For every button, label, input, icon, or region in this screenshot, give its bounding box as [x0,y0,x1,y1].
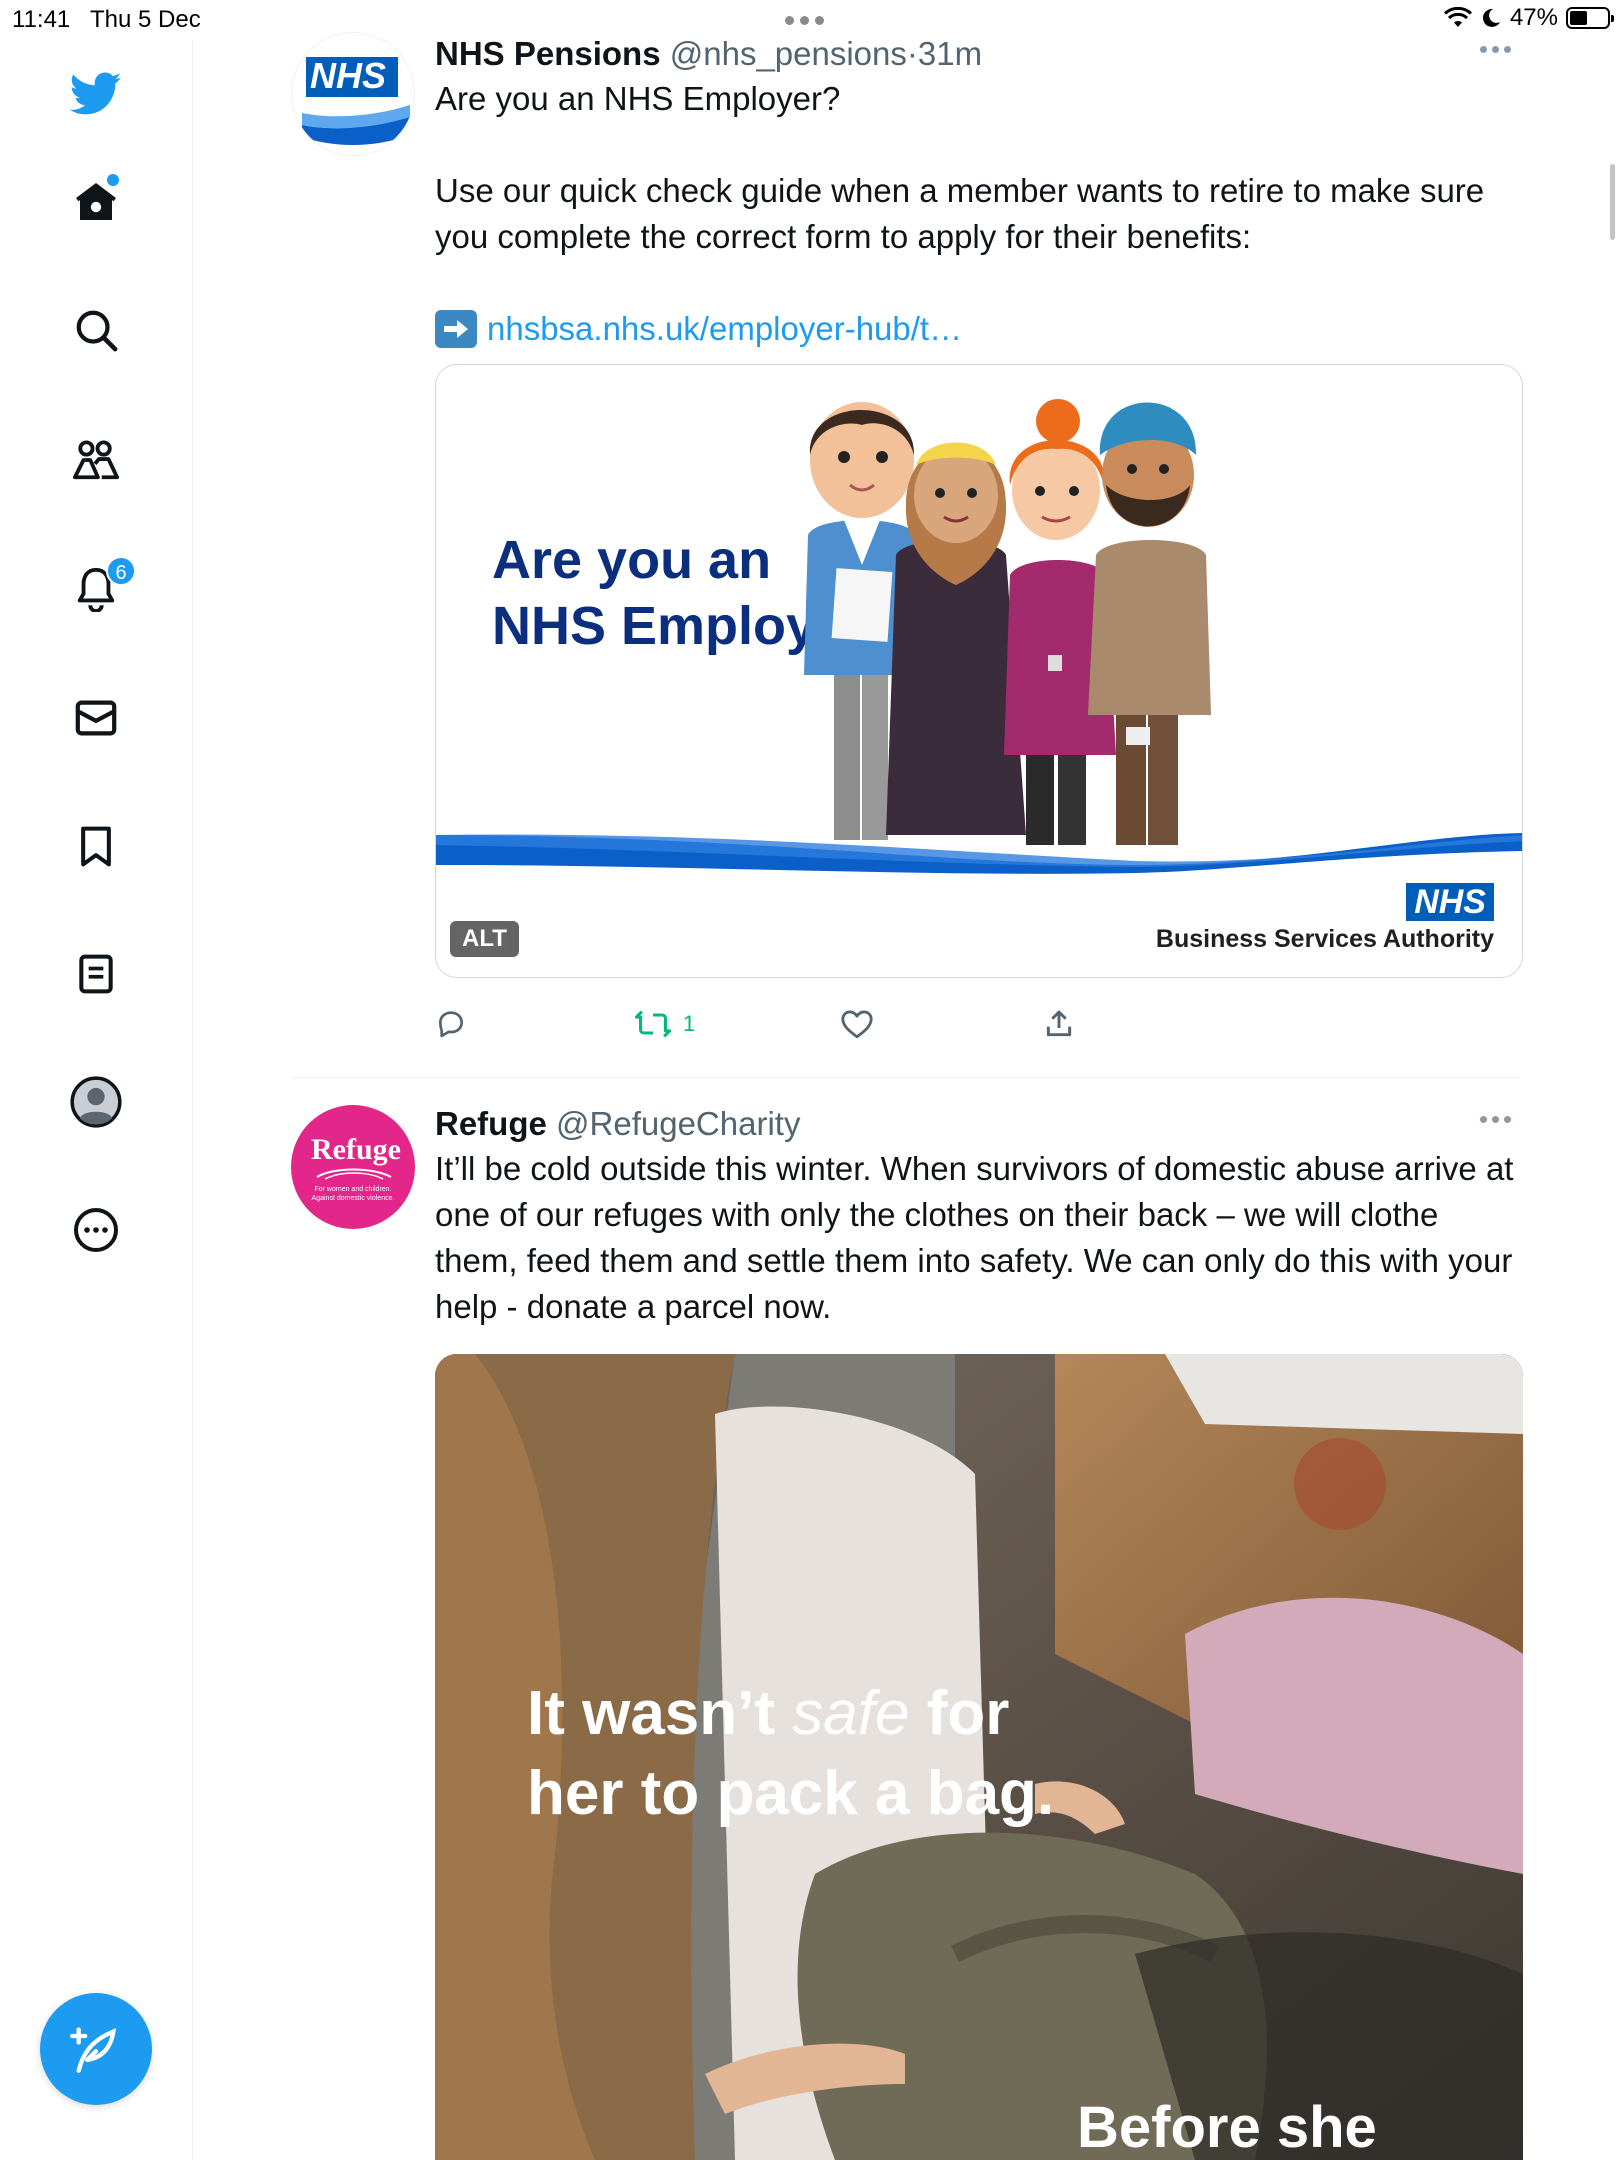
card-org-name: Business Services Authority [1155,925,1494,953]
retweet-count: 1 [683,1011,696,1036]
reply-icon [439,1011,463,1038]
status-date: Thu 5 Dec [90,6,201,33]
more-circle-icon [74,1208,118,1252]
tweet-header: NHS Pensions @nhs_pensions·31m [435,32,1525,76]
communities-icon [72,440,119,480]
compose-feather-icon [70,2027,117,2073]
bookmark-icon [81,826,111,867]
notifications-badge: 6 [106,556,136,586]
tweet-text-body: It’ll be cold outside this winter. When … [435,1150,1514,1325]
search-icon [76,310,118,352]
refuge-hands-icon [316,1168,392,1180]
sidebar-item-bookmarks[interactable] [70,820,122,872]
card-nhs-logo: NHS [1406,883,1494,921]
mail-icon [75,700,117,736]
caption-line2: her to pack a bag. [527,1759,1055,1828]
tweet-more-menu-icon[interactable] [1480,46,1511,53]
sidebar-item-more[interactable] [70,1204,122,1256]
like-button[interactable] [840,1008,874,1040]
author-handle[interactable]: @nhs_pensions [670,35,907,72]
home-timeline: NHS NHS Pensions @nhs_pensions·31m Are y… [193,0,1620,2160]
caption-part-c: for [909,1679,1010,1748]
sidebar-nav: 6 [0,40,193,2160]
tweet-timestamp[interactable]: 31m [918,35,982,72]
refuge-avatar[interactable]: Refuge For women and children. Against d… [291,1105,415,1229]
tweet-text-line1: Are you an NHS Employer? [435,80,841,117]
tweet-divider [291,1077,1521,1078]
share-icon [1046,1010,1072,1037]
photo-caption-main: It wasn’t safe for her to pack a bag. [527,1674,1054,1834]
tweet-nhs-pensions[interactable]: NHS NHS Pensions @nhs_pensions·31m Are y… [291,32,1523,1072]
avatar-refuge-subtext: For women and children. Against domestic… [311,1186,395,1202]
tweet-header: Refuge @RefugeCharity [435,1102,1525,1146]
sidebar-item-explore[interactable] [70,304,122,356]
tweet-link[interactable]: nhsbsa.nhs.uk/employer-hub/t… [435,306,1525,352]
caption-part-a: It wasn’t [527,1679,793,1748]
author-name[interactable]: Refuge [435,1105,547,1142]
tweet-photo[interactable]: It wasn’t safe for her to pack a bag. Be… [435,1354,1523,2160]
link-card-image[interactable]: Are you an NHS Employer? ALT NHS Busines… [435,364,1523,978]
compose-tweet-button[interactable] [40,1993,152,2105]
tweet-link-text[interactable]: nhsbsa.nhs.uk/employer-hub/t… [487,306,962,352]
right-arrow-emoji-icon [435,310,477,348]
heart-icon [841,1010,873,1039]
nhs-pensions-avatar[interactable]: NHS [291,32,415,156]
photo-caption-secondary: Before she [1077,2095,1377,2160]
alt-text-badge[interactable]: ALT [450,921,519,957]
sidebar-item-profile[interactable] [70,1076,122,1128]
caption-part-b: safe [792,1679,910,1748]
profile-avatar-icon [70,1076,122,1128]
nhs-staff-illustration [436,399,1522,874]
tweet-text-body: Use our quick check guide when a member … [435,172,1485,255]
twitter-logo-icon[interactable] [70,68,122,120]
sidebar-item-communities[interactable] [70,434,122,486]
sidebar-item-lists[interactable] [70,948,122,1000]
list-icon [79,954,113,994]
tweet-actions: 1 [435,1008,1335,1058]
author-name[interactable]: NHS Pensions [435,35,661,72]
author-handle[interactable]: @RefugeCharity [556,1105,800,1142]
sidebar-item-messages[interactable] [70,692,122,744]
avatar-refuge-text: Refuge [311,1133,401,1166]
scroll-indicator[interactable] [1610,164,1615,240]
retweet-button[interactable]: 1 [635,1008,695,1040]
share-button[interactable] [1043,1008,1075,1040]
avatar-nhs-text: NHS [310,55,387,96]
reply-button[interactable] [435,1008,467,1040]
tweet-refuge[interactable]: Refuge For women and children. Against d… [291,1102,1523,2160]
header-separator: · [906,35,918,72]
home-unread-dot [107,174,119,186]
status-time: 11:41 [12,6,71,33]
tweet-more-menu-icon[interactable] [1480,1116,1511,1123]
retweet-icon [635,1010,671,1038]
